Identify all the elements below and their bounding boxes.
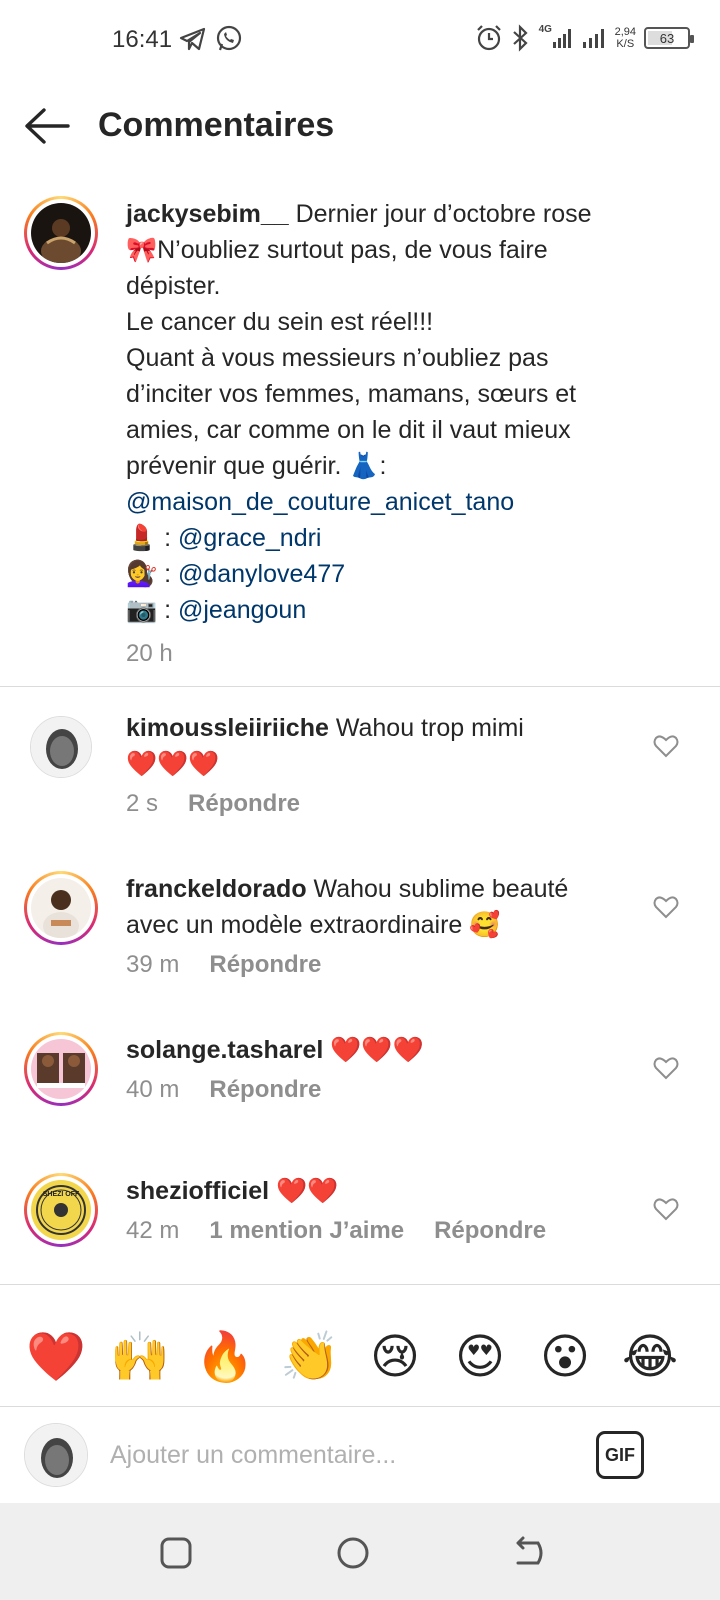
emoji-clapping[interactable]: 👏 bbox=[280, 1328, 340, 1388]
gif-button[interactable]: GIF bbox=[596, 1431, 644, 1479]
comment-meta: 42 m1 mention J’aime Répondre bbox=[126, 1217, 547, 1244]
emoji-surprised[interactable]: 😮 bbox=[535, 1328, 595, 1388]
divider bbox=[0, 1284, 720, 1285]
back-arrow-icon[interactable] bbox=[22, 106, 72, 146]
battery-icon: 63 bbox=[644, 27, 694, 49]
like-heart-icon[interactable] bbox=[652, 1195, 680, 1223]
comment-text: solange.tasharel ❤️❤️❤️ 40 m Répondre bbox=[126, 1032, 626, 1108]
reply-button[interactable]: Répondre bbox=[209, 1076, 321, 1103]
whatsapp-icon bbox=[216, 25, 242, 51]
emoji-heart-eyes[interactable]: 😍 bbox=[450, 1328, 510, 1388]
comment-username[interactable]: kimoussleiiriiche bbox=[126, 714, 329, 742]
comment-avatar[interactable] bbox=[24, 1032, 98, 1106]
emoji-fire[interactable]: 🔥 bbox=[195, 1328, 255, 1388]
comment-username[interactable]: sheziofficiel bbox=[126, 1177, 269, 1205]
comment-meta: 40 m Répondre bbox=[126, 1076, 322, 1103]
mention-link[interactable]: @danylove477 bbox=[178, 560, 345, 588]
avatar-photo bbox=[31, 717, 91, 777]
like-heart-icon[interactable] bbox=[652, 1054, 680, 1082]
comment-avatar[interactable]: SHEZI OFF bbox=[24, 1173, 98, 1247]
reply-button[interactable]: Répondre bbox=[188, 790, 300, 817]
caption-time: 20 h bbox=[126, 640, 173, 667]
avatar-badge-text: SHEZI OFF bbox=[43, 1191, 80, 1198]
emoji-heart[interactable]: ❤️ bbox=[26, 1328, 86, 1388]
comment-input[interactable] bbox=[110, 1435, 580, 1475]
avatar-photo bbox=[31, 878, 91, 938]
home-icon[interactable] bbox=[333, 1533, 373, 1573]
emoji-raising-hands[interactable]: 🙌 bbox=[110, 1328, 170, 1388]
avatar-photo bbox=[25, 1424, 87, 1486]
comment-input-bar: GIF bbox=[0, 1407, 720, 1502]
status-bar: 16:41 4G 2,94 K/S 63 bbox=[0, 0, 720, 80]
reply-button[interactable]: Répondre bbox=[434, 1217, 546, 1244]
emoji-laughing[interactable]: 😂 bbox=[620, 1328, 680, 1388]
mention-link[interactable]: @maison_de_couture_anicet_tano bbox=[126, 488, 514, 516]
recent-apps-icon[interactable] bbox=[156, 1533, 196, 1573]
status-time: 16:41 bbox=[112, 26, 173, 53]
page-title: Commentaires bbox=[98, 106, 335, 144]
signal-icon bbox=[582, 29, 604, 48]
divider bbox=[0, 686, 720, 687]
user-avatar bbox=[24, 1423, 88, 1487]
app-header: Commentaires bbox=[0, 90, 720, 165]
comment-text: kimoussleiiriiche Wahou trop mimi ❤️❤️❤️… bbox=[126, 710, 626, 822]
mention-link[interactable]: @grace_ndri bbox=[178, 524, 322, 552]
caption-avatar[interactable] bbox=[24, 196, 98, 270]
emoji-crying[interactable]: 😢 bbox=[365, 1328, 425, 1388]
reply-button[interactable]: Répondre bbox=[209, 951, 321, 978]
alarm-icon bbox=[476, 25, 501, 51]
comment-meta: 2 s Répondre bbox=[126, 790, 301, 817]
system-nav-bar bbox=[0, 1503, 720, 1600]
network-speed: 2,94 K/S bbox=[614, 26, 636, 50]
like-heart-icon[interactable] bbox=[652, 893, 680, 921]
comment-username[interactable]: franckeldorado bbox=[126, 875, 307, 903]
back-nav-icon[interactable] bbox=[508, 1533, 548, 1573]
bluetooth-icon bbox=[512, 24, 528, 52]
comment-avatar[interactable] bbox=[30, 716, 92, 778]
comment-text: franckeldorado Wahou sublime beauté avec… bbox=[126, 871, 626, 983]
signal-4g-icon: 4G bbox=[539, 24, 573, 52]
comment-meta: 39 m Répondre bbox=[126, 951, 322, 978]
like-heart-icon[interactable] bbox=[652, 732, 680, 760]
avatar-photo bbox=[31, 203, 91, 263]
likes-count[interactable]: 1 mention J’aime bbox=[209, 1217, 404, 1244]
emoji-quick-reactions: ❤️ 🙌 🔥 👏 😢 😍 😮 😂 bbox=[0, 1310, 720, 1400]
avatar-photo bbox=[31, 1039, 91, 1099]
mention-link[interactable]: @jeangoun bbox=[178, 596, 306, 624]
comment-username[interactable]: solange.tasharel bbox=[126, 1036, 323, 1064]
status-icons: 4G 2,94 K/S 63 bbox=[475, 22, 694, 54]
comment-avatar[interactable] bbox=[24, 871, 98, 945]
caption-text: jackysebim__ Dernier jour d’octobre rose… bbox=[126, 196, 646, 672]
telegram-icon bbox=[179, 27, 206, 51]
avatar-photo: SHEZI OFF bbox=[31, 1180, 91, 1240]
comment-text: sheziofficiel ❤️❤️ 42 m1 mention J’aime R… bbox=[126, 1173, 646, 1249]
caption-username[interactable]: jackysebim__ bbox=[126, 200, 289, 228]
